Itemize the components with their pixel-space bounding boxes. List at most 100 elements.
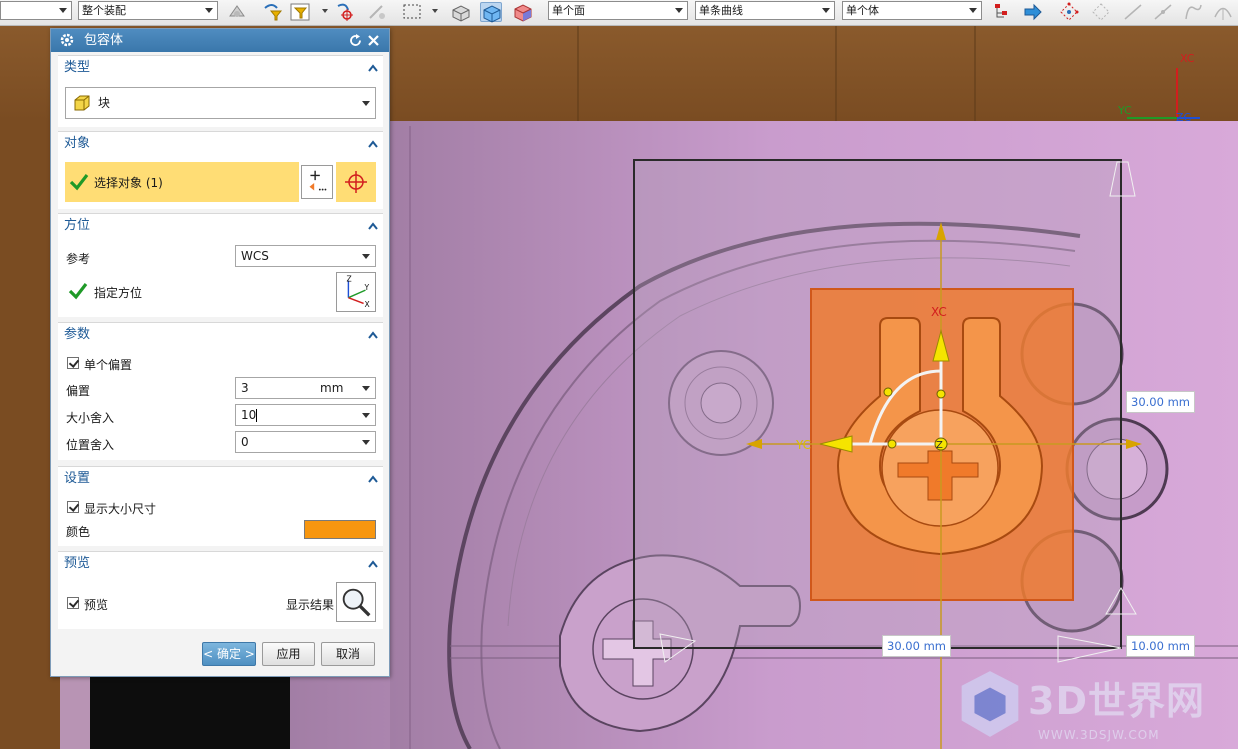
tree-select-icon[interactable] — [992, 2, 1014, 22]
preview-section-header[interactable]: 预览 — [58, 552, 383, 576]
single-offset-checkbox[interactable] — [67, 357, 79, 369]
rectangle-select-icon[interactable] — [402, 2, 424, 22]
bounding-body-dialog: 包容体 类型 块 对象 选择对象 (1) 方位 参考 WCS 指定方位 Z Y … — [50, 28, 390, 677]
collapse-chevron-icon[interactable] — [368, 560, 378, 568]
position-round-label: 位置舍入 — [66, 438, 115, 452]
preview-section: 预览 预览 显示结果 — [58, 551, 383, 629]
filter-arrow-icon[interactable] — [262, 2, 284, 22]
shaded-view-icon[interactable] — [450, 2, 472, 22]
object-section: 对象 选择对象 (1) — [58, 131, 383, 209]
dim-bottom-right[interactable]: 10.00 mm — [1126, 635, 1195, 657]
face-rule-select[interactable]: 单个面 — [548, 1, 688, 20]
selection-scope-select[interactable]: 整个装配 — [78, 1, 218, 20]
settings-section: 设置 显示大小尺寸 颜色 — [58, 466, 383, 546]
parameters-section: 参数 单个偏置 偏置 3 mm 大小舍入 10 位置舍入 0 — [58, 322, 383, 460]
size-round-field[interactable]: 10 — [235, 404, 376, 426]
preview-checkbox[interactable] — [67, 597, 79, 609]
color-label: 颜色 — [66, 525, 91, 539]
check-icon — [68, 283, 88, 300]
type-section-header[interactable]: 类型 — [58, 56, 383, 80]
type-select-value: 块 — [98, 96, 111, 110]
curve-tool-icon[interactable] — [1182, 2, 1204, 22]
offset-field[interactable]: 3 mm — [235, 377, 376, 399]
line-point-icon[interactable] — [1152, 2, 1174, 22]
arc-tool-icon[interactable] — [1212, 2, 1234, 22]
collapse-chevron-icon[interactable] — [368, 64, 378, 72]
body-rule-value: 单个体 — [846, 4, 879, 17]
block-type-icon — [74, 95, 90, 111]
snap-grid-icon[interactable] — [1090, 2, 1112, 22]
handle-x-label: XC — [931, 305, 947, 319]
color-swatch[interactable] — [304, 520, 376, 539]
add-object-button[interactable] — [301, 165, 333, 199]
orientation-button[interactable]: Z YX — [336, 272, 376, 312]
snap-point-icon[interactable] — [334, 2, 356, 22]
ok-button[interactable]: < 确定 > — [202, 642, 256, 666]
collapse-chevron-icon[interactable] — [368, 475, 378, 483]
nx-window: 整个装配 单个面 单条曲线 单个体 XC YC Z XC YC ZC 30.00… — [0, 0, 1238, 749]
body-rule-select[interactable]: 单个体 — [842, 1, 982, 20]
svg-text:X: X — [365, 300, 370, 309]
selection-scope-value: 整个装配 — [82, 4, 126, 17]
chevron-down-icon — [362, 413, 370, 418]
reference-select-value: WCS — [241, 249, 269, 263]
type-filter-select[interactable] — [0, 1, 72, 20]
reference-select[interactable]: WCS — [235, 245, 376, 267]
chevron-down-icon — [362, 440, 370, 445]
chevron-down-icon — [362, 386, 370, 391]
apply-button[interactable]: 应用 — [262, 642, 315, 666]
curve-rule-value: 单条曲线 — [699, 4, 743, 17]
cancel-button[interactable]: 取消 — [321, 642, 375, 666]
type-select[interactable]: 块 — [65, 87, 376, 119]
funnel-filter-icon[interactable] — [290, 2, 312, 22]
snap-disabled-icon[interactable] — [366, 2, 388, 22]
triad-x-label: XC — [1180, 52, 1195, 65]
orientation-section-title: 方位 — [64, 218, 91, 233]
dialog-titlebar[interactable]: 包容体 — [51, 29, 389, 52]
color-cube-icon[interactable] — [512, 2, 534, 22]
face-rule-value: 单个面 — [552, 4, 585, 17]
add-selection-icon — [309, 170, 327, 191]
collapse-chevron-icon[interactable] — [368, 140, 378, 148]
watermark: 3D世界网 WWW.3DSJW.COM — [958, 666, 1228, 749]
handle-z-label: Z — [936, 440, 943, 451]
collapse-chevron-icon[interactable] — [368, 331, 378, 339]
object-section-header[interactable]: 对象 — [58, 132, 383, 156]
crosshair-icon — [345, 171, 367, 193]
position-round-field[interactable]: 0 — [235, 431, 376, 453]
reset-icon[interactable] — [348, 33, 363, 48]
rectangle-dropdown-icon[interactable] — [432, 9, 438, 13]
offset-value: 3 — [241, 381, 249, 395]
dim-right-top-value: 30.00 mm — [1131, 395, 1190, 409]
size-round-value: 10 — [241, 408, 257, 422]
select-object-row[interactable]: 选择对象 (1) — [65, 162, 299, 202]
dim-right-top[interactable]: 30.00 mm — [1126, 391, 1195, 413]
assembly-filter-icon[interactable] — [226, 2, 248, 22]
show-result-button[interactable] — [336, 582, 376, 622]
funnel-dropdown-icon[interactable] — [322, 9, 328, 13]
size-round-label: 大小舍入 — [66, 411, 115, 425]
point-pick-button[interactable] — [336, 162, 376, 202]
preview-label: 预览 — [84, 598, 109, 612]
snap-points-icon[interactable] — [1058, 2, 1080, 22]
watermark-url: WWW.3DSJW.COM — [1038, 728, 1160, 742]
show-size-checkbox[interactable] — [67, 501, 79, 513]
settings-section-header[interactable]: 设置 — [58, 467, 383, 491]
forward-arrow-icon[interactable] — [1022, 2, 1044, 22]
close-icon[interactable] — [366, 33, 381, 48]
type-section-title: 类型 — [64, 60, 91, 75]
gear-icon[interactable] — [59, 32, 75, 48]
csys-icon: Z YX — [347, 275, 370, 310]
parameters-section-header[interactable]: 参数 — [58, 323, 383, 347]
text-caret — [256, 409, 258, 422]
wireframe-cube-icon[interactable] — [480, 2, 502, 23]
magnifier-icon — [342, 588, 371, 617]
curve-rule-select[interactable]: 单条曲线 — [695, 1, 835, 20]
dim-bottom-left[interactable]: 30.00 mm — [882, 635, 951, 657]
line-tool-icon[interactable] — [1122, 2, 1144, 22]
watermark-text: 3D世界网 — [1028, 679, 1205, 723]
collapse-chevron-icon[interactable] — [368, 222, 378, 230]
chevron-down-icon — [362, 101, 370, 106]
select-object-label: 选择对象 (1) — [94, 176, 163, 190]
orientation-section-header[interactable]: 方位 — [58, 214, 383, 238]
